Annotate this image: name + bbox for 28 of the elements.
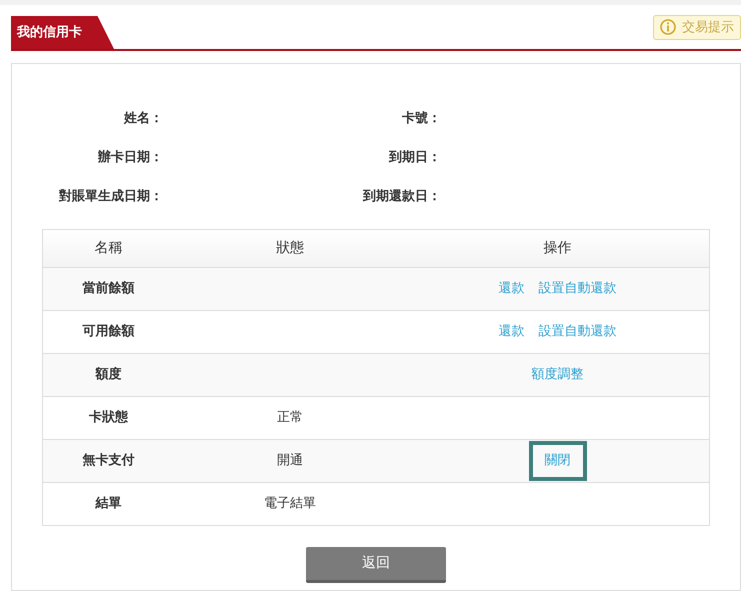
tip-button[interactable]: 交易提示 [653,14,741,40]
action-link[interactable]: 設置自動還款 [534,318,622,346]
column-header: 名稱 [94,240,122,256]
action-link[interactable]: 設置自動還款 [534,275,622,303]
field-label: 到期還款日： [362,188,441,206]
status-text: 開通 [277,453,303,468]
field-label: 卡號： [401,110,441,128]
field-label: 到期日： [388,148,441,167]
row-name: 可用餘額 [82,324,134,340]
action-link[interactable]: 關閉 [528,441,586,481]
row-name: 無卡支付 [82,453,134,468]
column-header: 操作 [544,239,572,258]
page-title: 我的信用卡 [11,16,114,49]
action-link[interactable]: 還款 [494,318,530,346]
action-link[interactable]: 還款 [494,275,530,303]
status-text: 電子結單 [264,496,316,512]
status-text: 正常 [277,410,303,426]
info-icon [660,19,676,36]
column-header: 狀態 [276,240,304,256]
action-link[interactable]: 額度調整 [516,355,600,395]
field-label: 對賬單生成日期： [58,188,163,206]
row-name: 結單 [96,496,122,512]
back-button[interactable]: 返回 [306,547,446,583]
field-label: 辦卡日期： [97,148,163,167]
row-name: 額度 [96,367,122,382]
field-label: 姓名： [122,110,163,128]
row-name: 卡狀態 [89,410,128,426]
row-name: 當前餘額 [82,281,134,296]
